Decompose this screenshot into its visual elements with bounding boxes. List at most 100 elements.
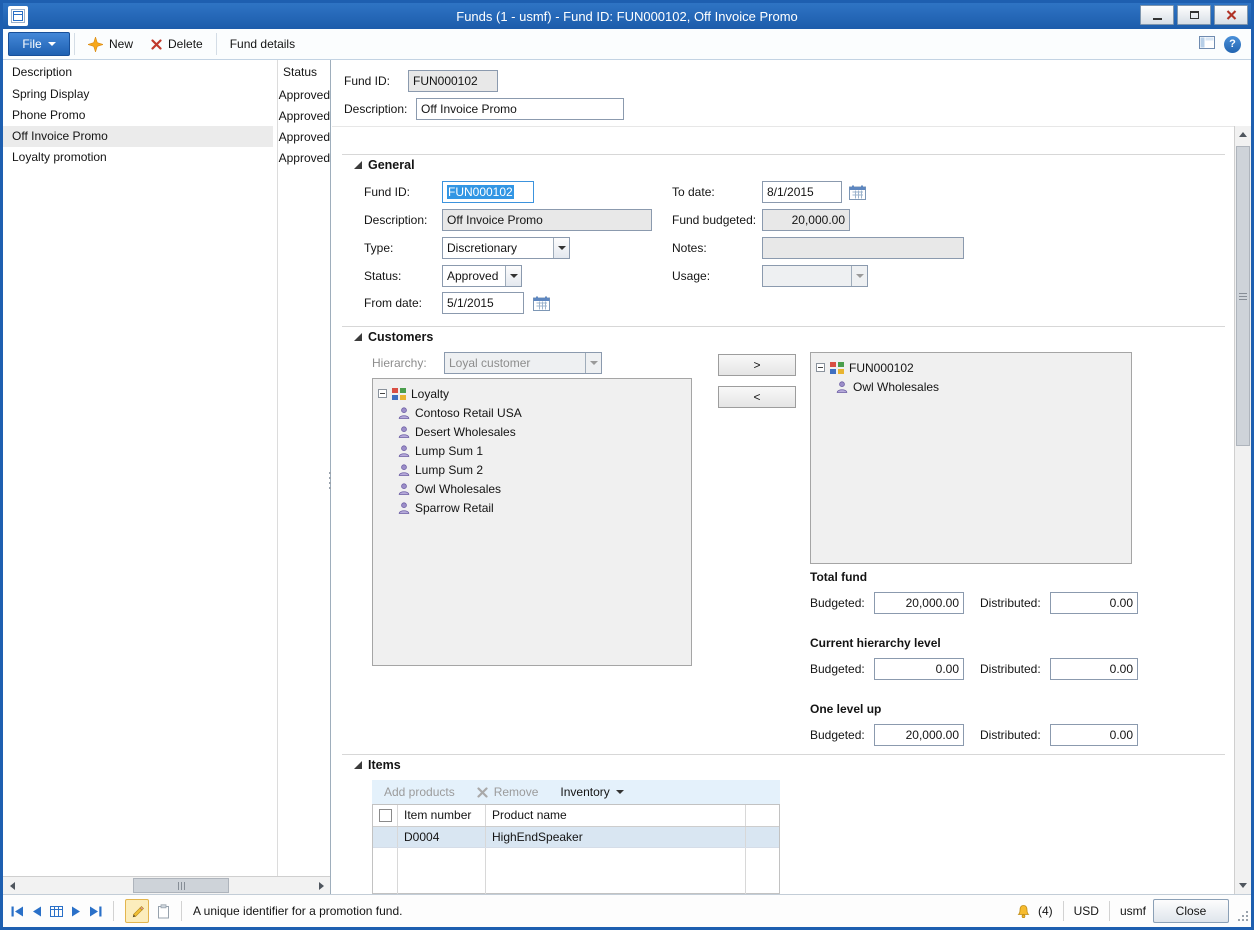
total-fund-distributed-field: 0.00 [1050, 592, 1138, 614]
row-status: Approved [273, 109, 330, 123]
scroll-left-icon [10, 882, 15, 890]
section-customers[interactable]: Customers [354, 330, 433, 344]
new-button[interactable]: New [79, 32, 142, 56]
scroll-right-button[interactable] [312, 877, 330, 894]
close-window-button[interactable] [1214, 5, 1248, 25]
usage-label: Usage: [672, 265, 710, 287]
notifications-button[interactable] [1016, 904, 1031, 919]
minimize-button[interactable] [1140, 5, 1174, 25]
column-header-product-name[interactable]: Product name [486, 805, 746, 826]
tree-item[interactable]: Desert Wholesales [398, 422, 686, 441]
description-field[interactable]: Off Invoice Promo [416, 98, 624, 120]
new-button-label: New [109, 37, 133, 51]
table-row-selected[interactable]: Off Invoice Promo Approved [3, 126, 330, 147]
remove-button: Remove [477, 785, 539, 799]
form-icon [8, 6, 28, 26]
move-right-button[interactable]: > [718, 354, 796, 376]
inventory-menu-button[interactable]: Inventory [560, 785, 623, 799]
total-fund-heading: Total fund [810, 570, 867, 584]
edit-mode-button[interactable] [125, 899, 149, 923]
minimize-icon [1153, 18, 1162, 20]
column-header-description[interactable]: Description [3, 65, 277, 79]
fund-id-field: FUN000102 [408, 70, 498, 92]
resize-grip[interactable] [1237, 910, 1249, 925]
scroll-left-button[interactable] [3, 877, 21, 894]
row-filler [746, 827, 779, 847]
tree-item-label: Loyalty [411, 387, 449, 401]
next-record-button[interactable] [71, 906, 81, 917]
budgeted-label: Budgeted: [810, 592, 865, 614]
scroll-up-button[interactable] [1235, 126, 1251, 143]
delete-button[interactable]: Delete [142, 32, 212, 56]
window-title: Funds (1 - usmf) - Fund ID: FUN000102, O… [3, 9, 1251, 24]
scrollbar-track[interactable] [21, 877, 312, 894]
fund-details-tab[interactable]: Fund details [221, 32, 304, 56]
move-left-button[interactable]: < [718, 386, 796, 408]
from-date-calendar-button[interactable] [530, 292, 552, 314]
maximize-button[interactable] [1177, 5, 1211, 25]
scrollbar-thumb[interactable] [133, 878, 229, 893]
column-header-item-number[interactable]: Item number [398, 805, 486, 826]
clipboard-icon [157, 904, 170, 919]
dropdown-button [585, 353, 601, 373]
grid-view-button[interactable] [50, 906, 63, 917]
table-row[interactable]: Spring Display Approved [3, 84, 330, 105]
row-checkbox-cell[interactable] [373, 827, 398, 847]
general-fund-id-field[interactable]: FUN000102 [442, 181, 534, 203]
tree-item[interactable]: Owl Wholesales [836, 377, 1126, 396]
to-date-field[interactable]: 8/1/2015 [762, 181, 842, 203]
tree-root-item[interactable]: FUN000102 [816, 358, 1126, 377]
dropdown-button[interactable] [505, 266, 521, 286]
to-date-calendar-button[interactable] [846, 181, 868, 203]
tree-collapse-icon[interactable] [378, 389, 387, 398]
general-fund-id-label: Fund ID: [364, 181, 410, 203]
person-icon [398, 502, 410, 514]
tree-item[interactable]: Sparrow Retail [398, 498, 686, 517]
tree-item[interactable]: Lump Sum 2 [398, 460, 686, 479]
select-all-checkbox[interactable] [373, 805, 398, 826]
notification-count[interactable]: (4) [1038, 904, 1053, 918]
section-general[interactable]: General [354, 158, 415, 172]
from-date-label: From date: [364, 292, 422, 314]
divider [342, 754, 1225, 755]
section-items[interactable]: Items [354, 758, 401, 772]
scroll-down-icon [1239, 883, 1247, 888]
last-record-button[interactable] [89, 906, 102, 917]
from-date-field[interactable]: 5/1/2015 [442, 292, 524, 314]
column-header-status[interactable]: Status [277, 65, 317, 79]
file-menu-button[interactable]: File [8, 32, 70, 56]
tree-item[interactable]: Lump Sum 1 [398, 441, 686, 460]
attach-clipboard-button[interactable] [157, 904, 170, 919]
fund-budgeted-label: Fund budgeted: [672, 209, 756, 231]
app-window: Funds (1 - usmf) - Fund ID: FUN000102, O… [0, 0, 1254, 930]
tree-collapse-icon[interactable] [816, 363, 825, 372]
horizontal-scrollbar[interactable] [3, 876, 330, 894]
scrollbar-thumb[interactable] [1236, 146, 1250, 446]
tree-root-item[interactable]: Loyalty [378, 384, 686, 403]
statusbar-separator [1063, 901, 1064, 921]
status-select[interactable]: Approved [442, 265, 522, 287]
help-icon[interactable]: ? [1224, 36, 1241, 53]
tree-item[interactable]: Contoso Retail USA [398, 403, 686, 422]
fund-id-label: Fund ID: [344, 70, 390, 92]
person-icon [398, 445, 410, 457]
grid-view-icon [50, 906, 63, 917]
notes-label: Notes: [672, 237, 707, 259]
toolbar-separator [216, 33, 217, 55]
vertical-scrollbar[interactable] [1234, 126, 1251, 894]
statusbar-separator [113, 901, 114, 921]
type-select[interactable]: Discretionary [442, 237, 570, 259]
close-button[interactable]: Close [1153, 899, 1229, 923]
grid-row[interactable]: D0004 HighEndSpeaker [373, 827, 779, 848]
table-row[interactable]: Loyalty promotion Approved [3, 147, 330, 168]
first-record-button[interactable] [11, 906, 24, 917]
table-row[interactable]: Phone Promo Approved [3, 105, 330, 126]
budgeted-label: Budgeted: [810, 658, 865, 680]
red-x-delete-icon [151, 39, 162, 50]
hierarchy-value: Loyal customer [449, 356, 530, 370]
layout-panes-icon[interactable] [1199, 36, 1215, 52]
scroll-down-button[interactable] [1235, 877, 1251, 894]
tree-item[interactable]: Owl Wholesales [398, 479, 686, 498]
dropdown-button[interactable] [553, 238, 569, 258]
previous-record-button[interactable] [32, 906, 42, 917]
